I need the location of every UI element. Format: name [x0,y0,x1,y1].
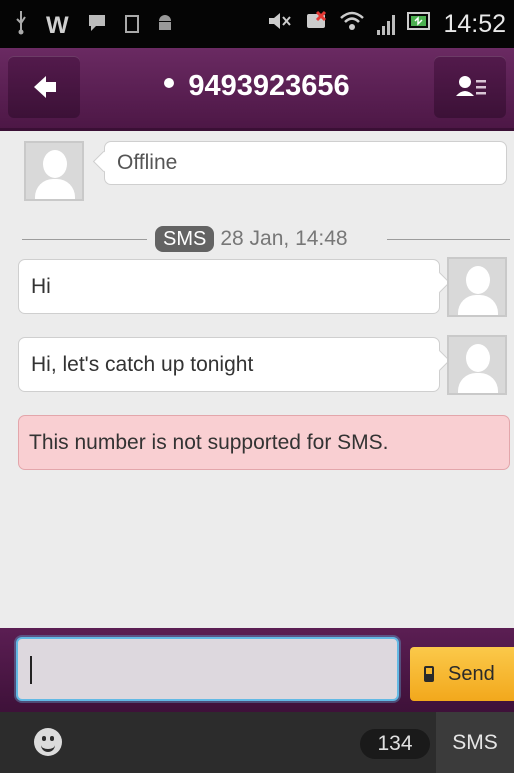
message-text: Hi [31,274,51,298]
message-input[interactable] [16,637,399,701]
usb-icon [14,11,28,41]
message-text: Hi, let's catch up tonight [31,352,254,376]
my-avatar [447,335,507,395]
phone-icon [424,666,434,682]
presence-dot [164,78,175,89]
bottom-bar: 134 SMS [0,712,514,773]
battery-icon [407,10,431,38]
smiley-icon[interactable] [34,728,62,756]
my-avatar [447,257,507,317]
presence-status: Offline [117,151,178,174]
android-icon [157,13,173,39]
message-bubble[interactable]: Hi, let's catch up tonight [18,337,451,392]
contact-number: 9493923656 [188,70,350,102]
wifi-icon [339,10,365,38]
notification-square-icon [124,13,139,39]
presence-status-bubble: Offline [92,141,507,185]
sms-mode-button[interactable]: SMS [436,712,514,773]
contact-list-icon [456,76,486,96]
error-banner: This number is not supported for SMS. [18,415,510,470]
clock: 14:52 [443,10,506,38]
signal-icon [377,13,396,35]
contact-avatar [24,141,84,201]
w-app-icon: W [46,12,69,39]
status-bar: W 14:52 [0,0,514,48]
compose-bar: Send [0,628,514,712]
send-label: Send [448,662,495,685]
conversation-header: 9493923656 [0,48,514,131]
divider-date: 28 Jan, 14:48 [220,227,348,250]
char-counter: 134 [360,729,430,759]
date-divider: SMS 28 Jan, 14:48 [22,226,510,256]
mute-icon [267,10,293,38]
send-button[interactable]: Send [410,647,514,701]
message-bubble[interactable]: Hi [18,259,451,314]
missed-call-icon [305,10,327,38]
text-caret [30,656,32,684]
sms-tag: SMS [155,226,215,252]
chat-notification-icon [87,13,107,39]
contact-list-button[interactable] [434,56,506,118]
